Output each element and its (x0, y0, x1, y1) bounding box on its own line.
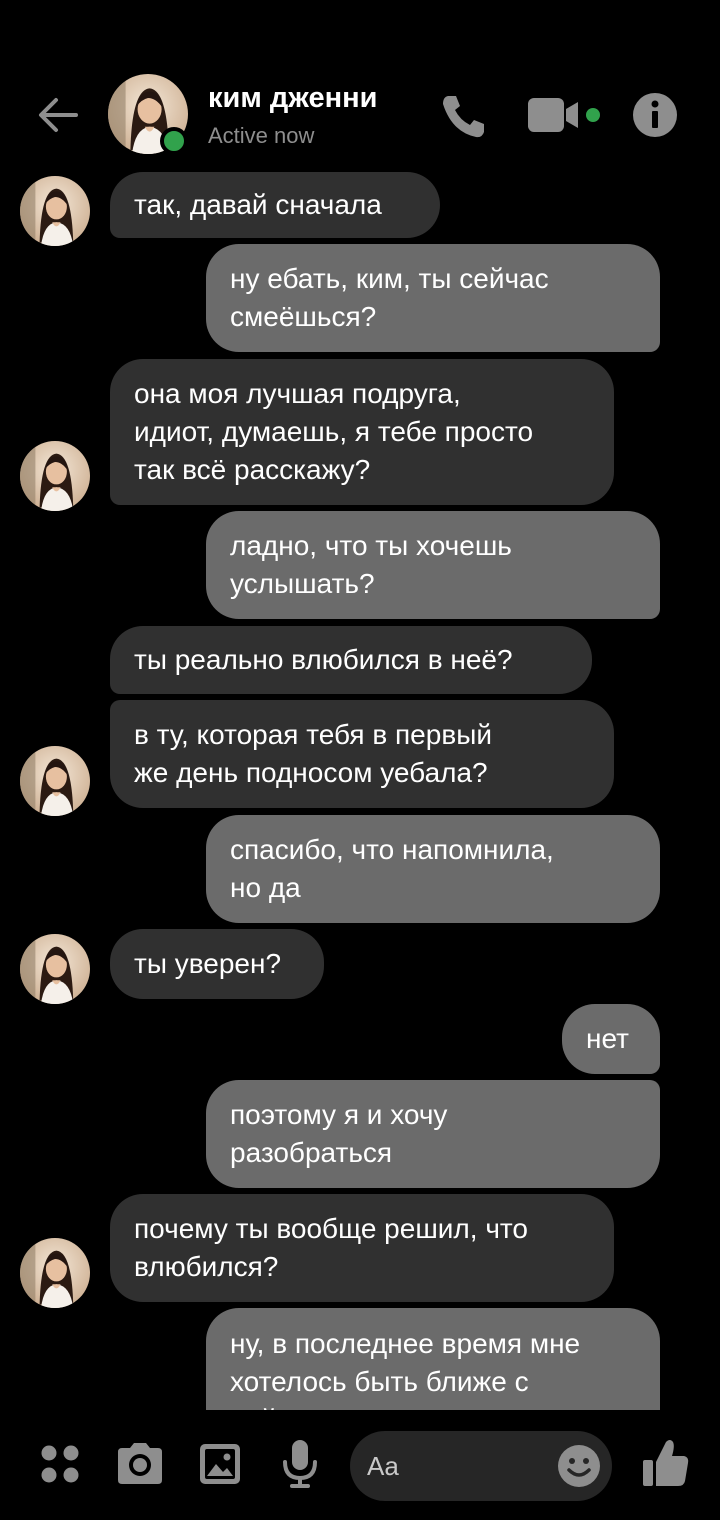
message-bubble[interactable]: ты уверен? (110, 929, 324, 999)
chat-header: ким дженни Active now (0, 0, 720, 165)
avatar (20, 934, 90, 1004)
emoji-icon[interactable] (556, 1443, 602, 1489)
message-bubble[interactable]: ты реально влюбился в неё? (110, 626, 592, 694)
message-bubble[interactable]: почему ты вообще решил, что влюбился? (110, 1194, 614, 1302)
message-input[interactable]: Aa (350, 1431, 612, 1501)
message-bubble[interactable]: ну, в последнее время мне хотелось быть … (206, 1308, 660, 1410)
message-bubble[interactable]: ну ебать, ким, ты сейчас смеёшься? (206, 244, 660, 352)
message-bubble[interactable]: спасибо, что напомнила, но да (206, 815, 660, 923)
message-input-placeholder: Aa (367, 1451, 399, 1481)
online-status-dot (160, 127, 188, 155)
message-bubble[interactable]: нет (562, 1004, 660, 1074)
active-status: Active now (208, 123, 315, 148)
camera-icon[interactable] (114, 1440, 166, 1488)
avatar (20, 176, 90, 246)
microphone-icon[interactable] (280, 1438, 320, 1490)
info-icon[interactable] (632, 92, 678, 138)
message-bubble[interactable]: она моя лучшая подруга, идиот, думаешь, … (110, 359, 614, 505)
avatar (20, 441, 90, 511)
message-bubble[interactable]: в ту, которая тебя в первый же день подн… (110, 700, 614, 808)
composer-bar: Aa (0, 1410, 720, 1520)
apps-icon[interactable] (40, 1444, 80, 1484)
gallery-icon[interactable] (198, 1442, 242, 1486)
message-bubble[interactable]: так, давай сначала (110, 172, 440, 238)
contact-name[interactable]: ким дженни (208, 82, 377, 115)
back-arrow-icon[interactable] (32, 90, 82, 140)
avatar (20, 1238, 90, 1308)
phone-icon[interactable] (438, 90, 490, 142)
avatar (20, 746, 90, 816)
thumbs-up-icon[interactable] (640, 1436, 690, 1490)
video-camera-icon[interactable] (526, 94, 602, 138)
message-list[interactable]: так, давай сначала ну ебать, ким, ты сей… (0, 165, 720, 1410)
message-bubble[interactable]: поэтому я и хочу разобраться (206, 1080, 660, 1188)
message-bubble[interactable]: ладно, что ты хочешь услышать? (206, 511, 660, 619)
